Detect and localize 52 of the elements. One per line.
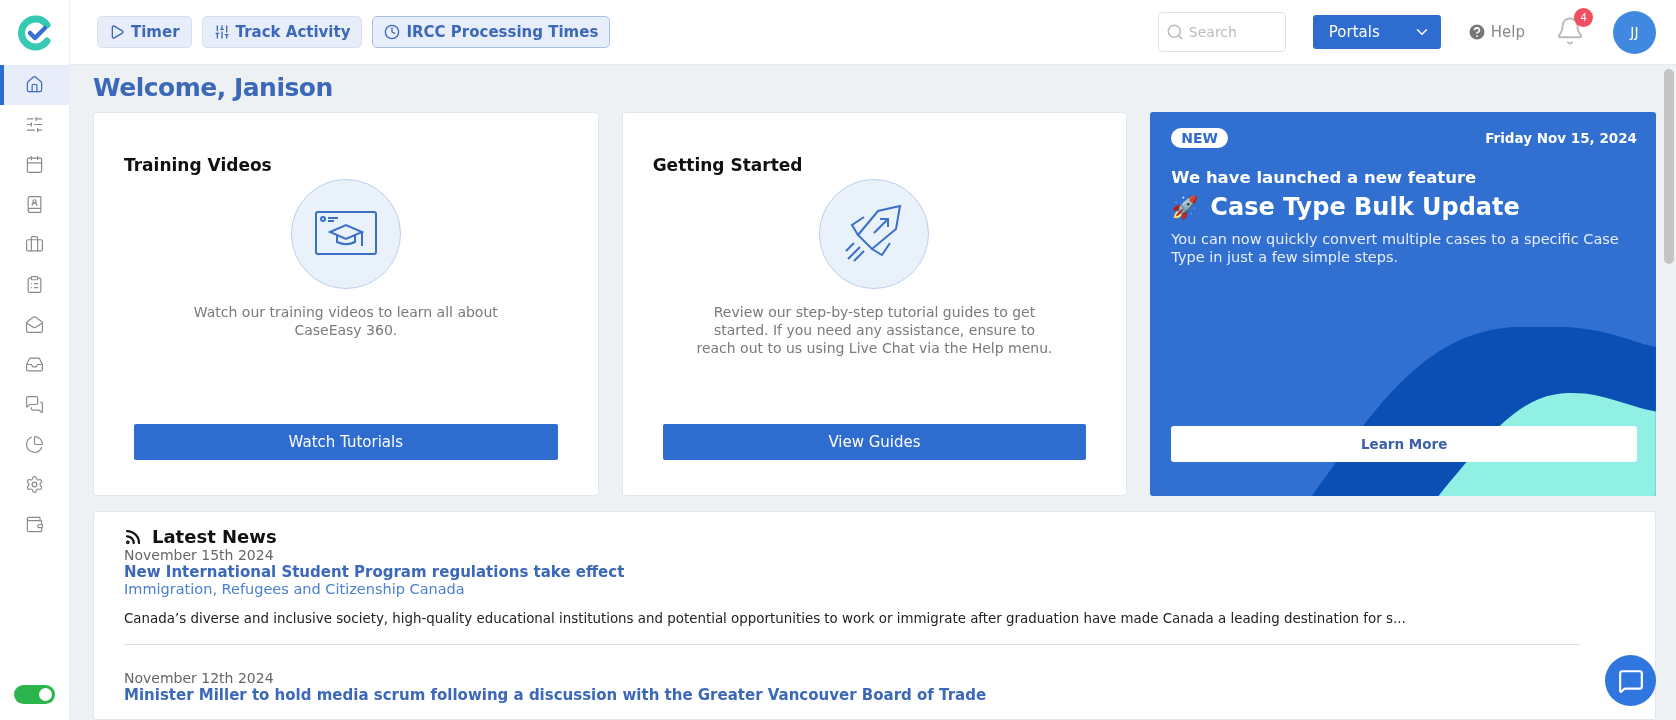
toolbar-button[interactable]: IRCC Processing Times xyxy=(372,16,611,48)
news-date: November 12th 2024 xyxy=(124,670,275,686)
promo-text: You can now quickly convert multiple cases to a specific Case Type in just a few simple steps. xyxy=(1171,230,1620,266)
news-headline-link[interactable]: New International Student Program regulations take effect xyxy=(124,563,1580,581)
clipboard-icon xyxy=(25,275,44,295)
card-text: Watch our training videos to learn all about CaseEasy 360. xyxy=(192,303,499,339)
home-icon xyxy=(25,75,44,95)
promo-date: Friday Nov 15, 2024 xyxy=(1485,130,1637,146)
learn-more-button[interactable]: Learn More xyxy=(1171,426,1637,462)
graduation-screen-icon xyxy=(313,210,378,258)
notification-count: 4 xyxy=(1574,7,1593,27)
wallet-icon xyxy=(25,515,44,535)
welcome-heading: Welcome, Janison xyxy=(93,73,334,102)
rocket-emoji: 🚀 xyxy=(1171,194,1199,220)
news-title: Latest News xyxy=(152,526,277,547)
card-button[interactable]: Watch Tutorials xyxy=(134,424,558,460)
search-icon xyxy=(1165,23,1184,41)
chat-bubbles-icon xyxy=(25,395,44,415)
news-headline-link[interactable]: Minister Miller to hold media scrum following a discussion with the Greater Vancouver Board of Trade xyxy=(124,686,1580,704)
promo-title: Case Type Bulk Update xyxy=(1210,193,1520,221)
toolbar-button[interactable]: Track Activity xyxy=(201,16,363,48)
promo-eyebrow: We have launched a new feature xyxy=(1171,168,1478,187)
settings-icon xyxy=(25,475,44,495)
contact-book-icon xyxy=(25,195,44,215)
chat-icon xyxy=(1617,667,1644,694)
new-badge: NEW xyxy=(1171,128,1229,148)
scrollbar[interactable] xyxy=(1664,69,1674,264)
sidebar-item[interactable] xyxy=(0,65,69,105)
toggle-switch[interactable] xyxy=(14,685,55,704)
card-button[interactable]: View Guides xyxy=(662,424,1087,460)
news-summary: Canada’s diverse and inclusive society, high-quality educational institutions and potential opportunities to work or immigrate after graduation have made Canada a leading destination for s... xyxy=(124,611,1407,626)
card-title: Getting Started xyxy=(652,155,803,175)
card-title: Training Videos xyxy=(124,155,272,175)
sliders-icon xyxy=(213,24,230,40)
sliders-icon xyxy=(25,115,44,135)
card-text: Review our step-by-step tutorial guides to get started. If you need any assistance, ensure to reach out to us using Live Chat via the Help menu. xyxy=(695,303,1054,357)
news-source: Immigration, Refugees and Citizenship Canada xyxy=(124,581,466,597)
help-icon xyxy=(1466,22,1487,42)
portals-dropdown[interactable]: Portals xyxy=(1312,15,1441,49)
rss-icon xyxy=(124,527,142,546)
bell-icon xyxy=(1555,15,1585,46)
pie-chart-icon xyxy=(25,435,44,455)
calendar-icon xyxy=(25,155,44,175)
search-field[interactable]: Search xyxy=(1157,12,1286,52)
open-envelope-icon xyxy=(25,315,44,335)
help-button[interactable]: Help xyxy=(1460,21,1531,43)
toolbar-button[interactable]: Timer xyxy=(97,16,192,48)
news-date: November 15th 2024 xyxy=(124,547,275,563)
play-icon xyxy=(109,24,125,40)
user-avatar[interactable]: JJ xyxy=(1613,10,1656,54)
logo-icon[interactable] xyxy=(16,14,53,51)
clock-icon xyxy=(384,24,401,40)
